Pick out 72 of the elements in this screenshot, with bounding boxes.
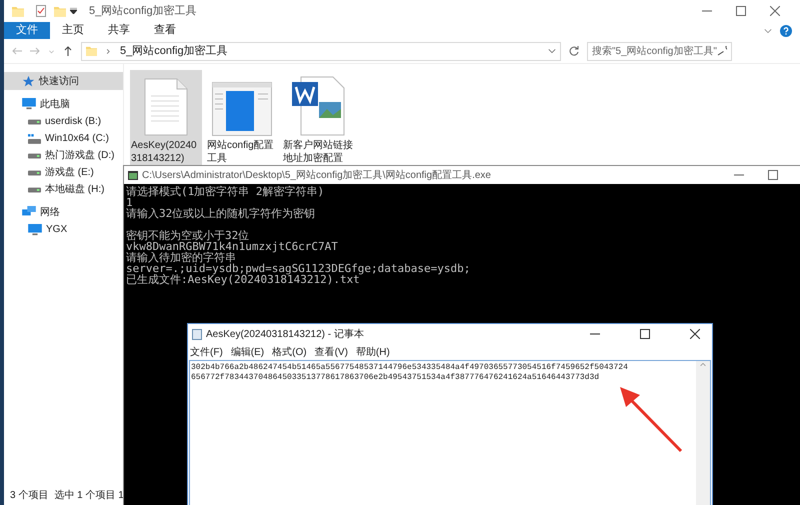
nav-item[interactable]: Win10x64 (C:) [4, 130, 123, 147]
chevron-down-icon[interactable] [548, 47, 556, 55]
nav-item[interactable]: YGX [4, 221, 123, 238]
menu-item[interactable]: 文件(F) [190, 344, 223, 360]
menu-item[interactable]: 编辑(E) [230, 344, 264, 360]
ribbon-tab[interactable]: 共享 [96, 22, 142, 39]
new-folder-icon [54, 6, 66, 16]
close-icon[interactable] [690, 329, 700, 339]
folder-icon [12, 6, 24, 16]
console-line: 已生成文件:AesKey(20240318143212).txt [126, 274, 360, 285]
properties-icon[interactable] [36, 5, 46, 17]
folder-icon [86, 46, 97, 56]
text-line: 302b4b766a2b486247454b51465a55677548537144796e534335484a4f49703655773054516f7459652f5043724 [191, 363, 629, 373]
menu-item[interactable]: 格式(O) [272, 344, 307, 360]
text-line: 656772f7834437048645033513778617863706e2b49543751534a4f387776476241624a51646443773d3d [191, 373, 600, 383]
nav-item[interactable]: userdisk (B:) [4, 113, 123, 130]
drive-icon [28, 152, 41, 158]
console-line: 请选择模式(1加密字符串 2解密字符串) [126, 186, 326, 197]
menu-item[interactable]: 查看(V) [314, 344, 348, 360]
text-area[interactable]: 302b4b766a2b486247454b51465a55677548537144796e534335484a4f49703655773054516f7459652f5043724 656772f7834437048645033513778617863706e2b49543751534a4f387776476241624a51646443773d3d [189, 360, 711, 505]
menu-item[interactable]: 帮助(H) [356, 344, 390, 360]
file-item[interactable]: AesKey(20240318143212) [130, 70, 202, 166]
annotation-arrow [618, 385, 684, 453]
search-field[interactable]: 搜索"5_网站config加密工具" [587, 42, 732, 60]
windows-drive-icon [28, 134, 41, 144]
address-bar[interactable]: 5_网站config加密工具 [81, 42, 561, 60]
ribbon-tab[interactable]: 查看 [142, 22, 188, 39]
console-line: 请输入待加密的字符串 [126, 252, 236, 263]
console-line: vkw8DwanRGBW71k4n1umzxjtC6crC7AT [126, 241, 339, 252]
scrollbar[interactable] [696, 361, 710, 505]
up-arrow-icon[interactable] [63, 46, 73, 56]
maximize-icon[interactable] [640, 329, 650, 339]
network-icon [22, 206, 36, 218]
dropdown-icon[interactable] [70, 8, 77, 14]
monitor-icon [22, 98, 36, 110]
window-title: AesKey(20240318143212) - 记事本 [206, 328, 364, 342]
help-icon[interactable] [780, 24, 792, 36]
console-line: 密钥不能为空或小于32位 [126, 230, 250, 241]
maximize-icon[interactable] [736, 6, 746, 16]
application-window-icon [212, 82, 272, 136]
notepad-icon [192, 328, 202, 340]
maximize-icon[interactable] [768, 170, 778, 180]
word-document-icon [291, 76, 345, 136]
nav-item[interactable]: 此电脑 [4, 95, 123, 113]
status-text: 选中 1 个项目 1 [54, 488, 124, 502]
window-title: C:\Users\Administrator\Desktop\5_网站config加密工具\网站config配置工具.exe [142, 168, 491, 182]
console-line: server=.;uid=ysdb;pwd=sagSG1123DEGfge;database=ysdb; [126, 263, 472, 274]
refresh-icon[interactable] [569, 46, 579, 56]
window-title: 5_网站config加密工具 [89, 4, 197, 19]
console-line: 请输入32位或以上的随机字符作为密钥 [126, 208, 316, 219]
nav-item[interactable]: 快速访问 [4, 72, 123, 90]
file-item[interactable]: 网站config配置工具 [206, 70, 278, 166]
close-icon[interactable] [770, 6, 780, 16]
nav-item[interactable]: 网络 [4, 203, 123, 221]
nav-item[interactable]: 游戏盘 (E:) [4, 164, 123, 181]
drive-icon [28, 186, 41, 192]
star-icon [22, 74, 35, 88]
ribbon-tab[interactable]: 主页 [50, 22, 96, 39]
file-item[interactable]: 新客户网站链接地址加密配置 [282, 70, 354, 166]
chevron-down-icon[interactable] [764, 26, 772, 34]
document-icon [144, 78, 188, 136]
console-icon [128, 170, 138, 180]
nav-item[interactable]: 热门游戏盘 (D:) [4, 147, 123, 164]
breadcrumb-item[interactable]: 5_网站config加密工具 [120, 42, 228, 60]
chevron-right-icon [105, 48, 112, 54]
drive-icon [28, 118, 41, 124]
status-text: 3 个项目 [10, 488, 48, 502]
ribbon-tab[interactable]: 文件 [4, 22, 50, 39]
console-line: 1 [126, 197, 133, 208]
nav-item[interactable]: 本地磁盘 (H:) [4, 181, 123, 198]
drive-icon [28, 170, 41, 176]
monitor-icon [28, 224, 42, 236]
